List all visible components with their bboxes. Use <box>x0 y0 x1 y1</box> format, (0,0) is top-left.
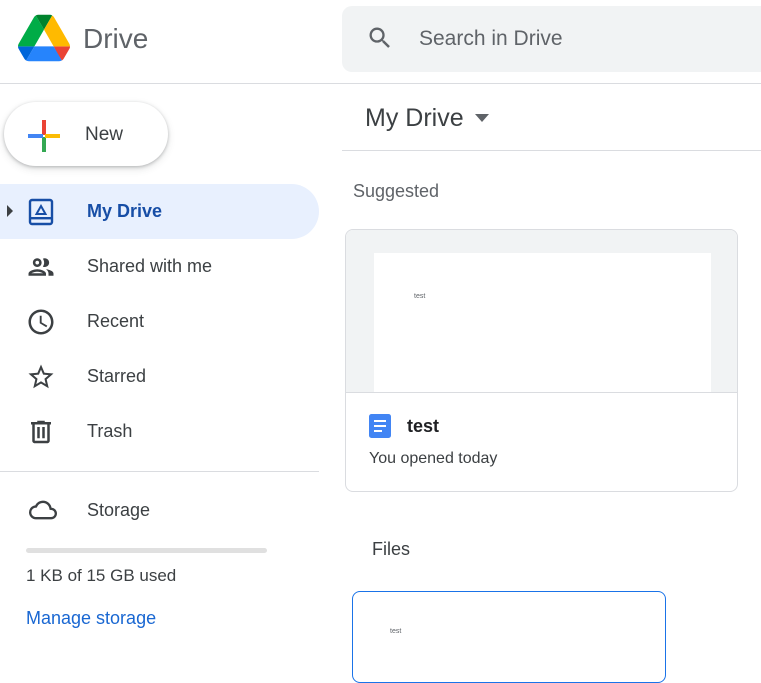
search-icon[interactable] <box>366 24 394 52</box>
files-heading: Files <box>372 539 411 559</box>
main-divider <box>342 150 761 151</box>
page-title: My Drive <box>365 104 464 132</box>
sidebar-item-trash[interactable]: Trash <box>0 404 319 459</box>
file-suggestion-reason: You opened today <box>369 450 498 467</box>
sidebar-item-recent[interactable]: Recent <box>0 294 319 349</box>
sidebar-item-shared-with-me[interactable]: Shared with me <box>0 239 319 294</box>
storage-label: Storage <box>87 500 151 520</box>
suggested-file-card[interactable]: test test You opened today <box>345 229 738 492</box>
trash-icon <box>31 420 51 444</box>
header-divider <box>0 83 761 84</box>
thumbnail-text: test <box>390 628 402 635</box>
file-name: test <box>407 416 440 436</box>
file-thumbnail-page: test <box>374 253 711 392</box>
sidebar-item-label: Trash <box>87 421 133 441</box>
app-title: Drive <box>83 23 149 54</box>
sidebar-item-label: Starred <box>87 366 147 386</box>
star-icon <box>28 364 54 389</box>
sidebar-item-label: Shared with me <box>87 256 213 276</box>
sidebar-item-my-drive[interactable]: My Drive <box>0 184 319 239</box>
search-input[interactable] <box>419 24 739 54</box>
new-button-label: New <box>85 124 124 145</box>
google-drive-logo <box>18 14 70 62</box>
clock-icon <box>28 309 54 335</box>
card-divider <box>346 392 737 393</box>
sidebar-item-starred[interactable]: Starred <box>0 349 319 404</box>
sidebar-divider <box>0 471 319 472</box>
expand-arrow-icon[interactable] <box>6 204 14 218</box>
thumbnail-text: test <box>414 293 426 300</box>
plus-icon <box>28 120 60 152</box>
caret-down-icon <box>475 114 489 122</box>
google-docs-icon <box>369 414 391 438</box>
sidebar-item-label: My Drive <box>87 201 163 221</box>
new-button[interactable]: New <box>4 102 168 166</box>
sidebar-item-label: Recent <box>87 311 145 331</box>
location-title-button[interactable]: My Drive <box>352 98 502 138</box>
cloud-icon <box>29 500 57 520</box>
people-icon <box>28 258 54 276</box>
storage-bar <box>26 548 267 553</box>
storage-used-text: 1 KB of 15 GB used <box>26 566 177 585</box>
my-drive-icon <box>28 198 54 226</box>
suggested-heading: Suggested <box>353 181 440 201</box>
manage-storage-link[interactable]: Manage storage <box>26 608 156 629</box>
file-card[interactable]: test <box>352 591 666 683</box>
